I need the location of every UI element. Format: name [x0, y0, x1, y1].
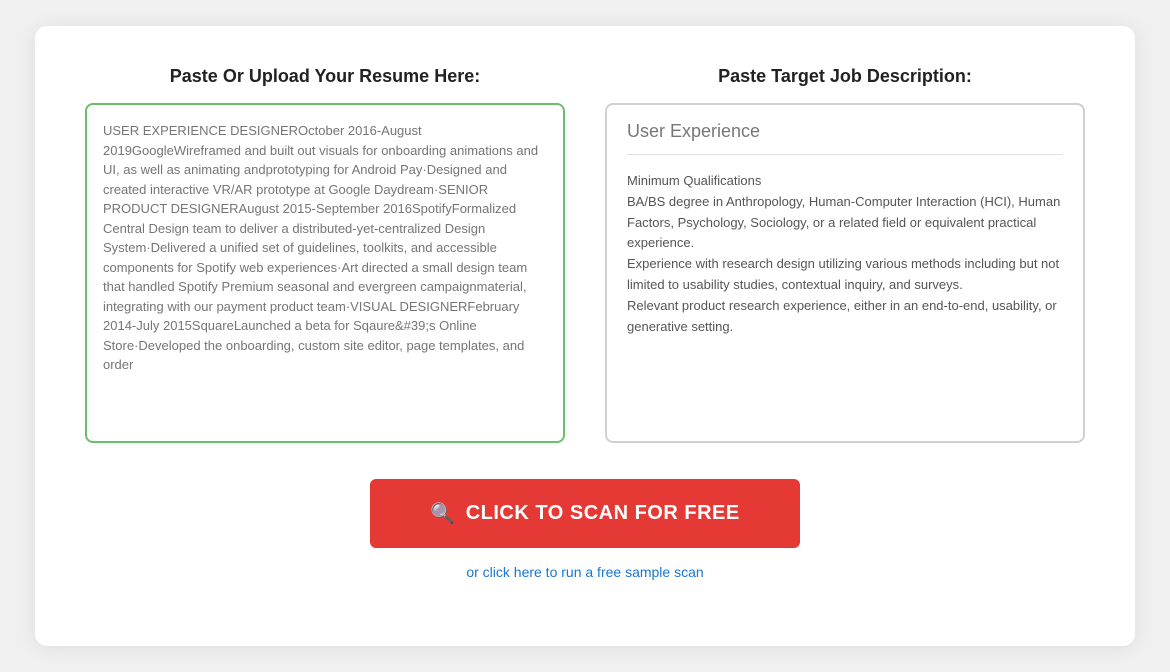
bottom-section: 🔍 CLICK TO SCAN FOR FREE or click here t… [85, 479, 1085, 580]
job-desc-title-area: User Experience [627, 121, 1063, 155]
scan-button[interactable]: 🔍 CLICK TO SCAN FOR FREE [370, 479, 799, 548]
job-desc-title: User Experience [627, 121, 760, 141]
sample-scan-link[interactable]: or click here to run a free sample scan [466, 564, 703, 580]
job-desc-text: Minimum QualificationsBA/BS degree in An… [627, 173, 1060, 334]
sample-scan-link-label: or click here to run a free sample scan [466, 564, 703, 580]
columns-row: Paste Or Upload Your Resume Here: Paste … [85, 66, 1085, 443]
job-desc-column: Paste Target Job Description: User Exper… [605, 66, 1085, 443]
resume-textarea[interactable] [85, 103, 565, 443]
resume-column: Paste Or Upload Your Resume Here: [85, 66, 565, 443]
job-desc-box: User Experience Minimum QualificationsBA… [605, 103, 1085, 443]
job-desc-content: Minimum QualificationsBA/BS degree in An… [627, 171, 1063, 337]
main-card: Paste Or Upload Your Resume Here: Paste … [35, 26, 1135, 646]
search-icon: 🔍 [430, 501, 455, 526]
job-desc-column-title: Paste Target Job Description: [605, 66, 1085, 87]
resume-column-title: Paste Or Upload Your Resume Here: [85, 66, 565, 87]
scan-button-label: CLICK TO SCAN FOR FREE [466, 502, 740, 525]
